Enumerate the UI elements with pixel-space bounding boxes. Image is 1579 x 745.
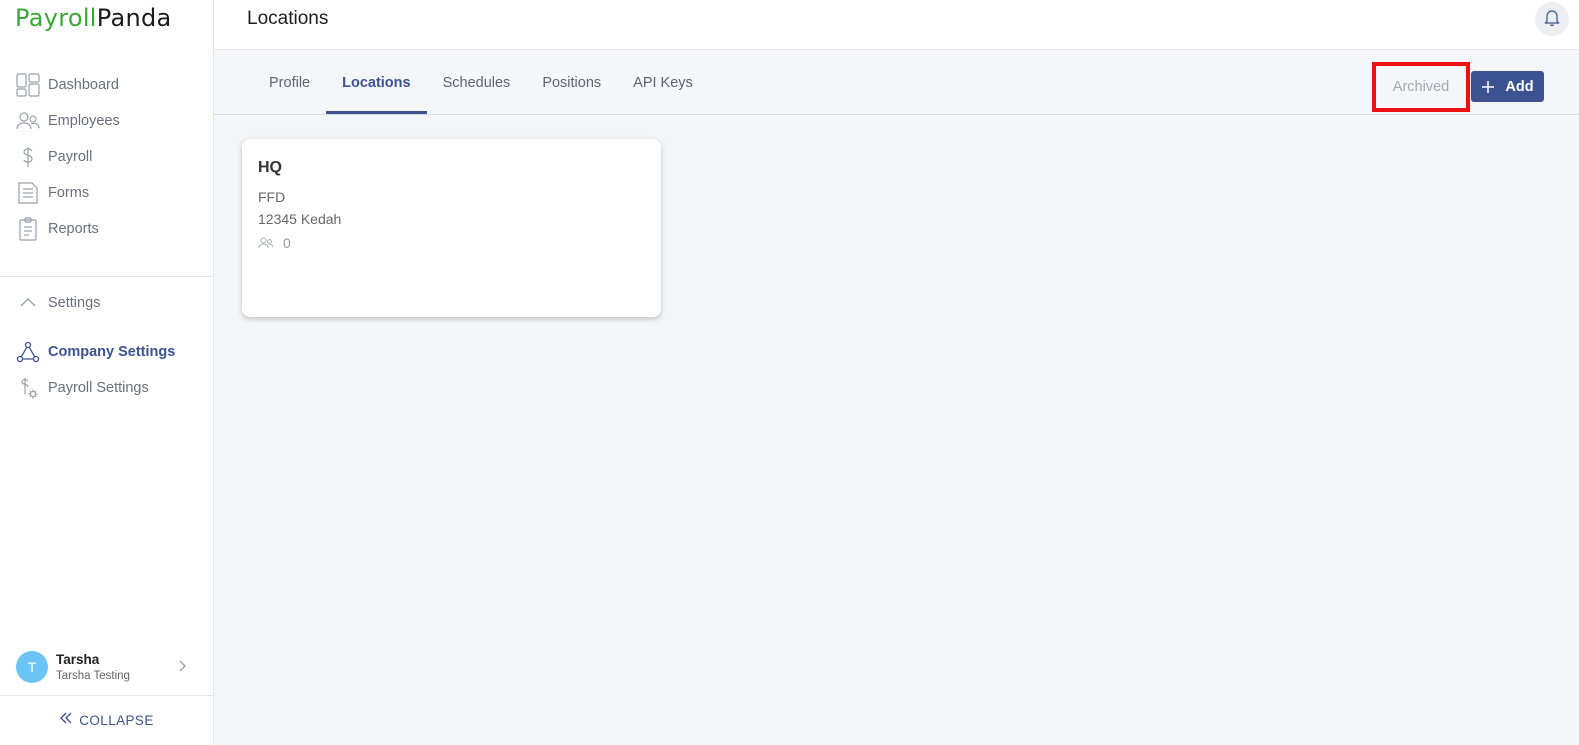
sidebar-item-label: Forms bbox=[48, 185, 90, 201]
company-network-icon bbox=[16, 340, 40, 364]
settings-tabbar: Profile Locations Schedules Positions AP… bbox=[214, 51, 1579, 115]
sidebar-item-dashboard[interactable]: Dashboard bbox=[0, 67, 213, 103]
clipboard-icon bbox=[16, 217, 40, 241]
sidebar-item-label: Dashboard bbox=[48, 77, 119, 93]
sidebar-item-label: Payroll Settings bbox=[48, 380, 149, 396]
employees-icon bbox=[258, 236, 274, 250]
bell-icon bbox=[1542, 7, 1562, 32]
sidebar-item-company-settings[interactable]: Company Settings bbox=[0, 334, 213, 370]
sidebar-item-label: Reports bbox=[48, 221, 99, 237]
settings-toggle[interactable]: Settings bbox=[0, 285, 213, 321]
user-menu[interactable]: T Tarsha Tarsha Testing bbox=[0, 645, 213, 689]
forms-icon bbox=[16, 181, 40, 205]
user-company: Tarsha Testing bbox=[56, 670, 130, 682]
employee-count-value: 0 bbox=[283, 235, 291, 251]
settings-tabs: Profile Locations Schedules Positions AP… bbox=[253, 51, 709, 114]
location-address-line2: 12345 Kedah bbox=[258, 211, 342, 227]
sidebar-item-label: Payroll bbox=[48, 149, 93, 165]
user-name: Tarsha bbox=[56, 652, 100, 667]
location-employee-count: 0 bbox=[258, 235, 291, 251]
sidebar-item-label: Company Settings bbox=[48, 344, 176, 360]
user-info: Tarsha Tarsha Testing bbox=[56, 652, 130, 682]
sidebar-divider bbox=[0, 276, 213, 277]
chevron-up-icon bbox=[16, 291, 40, 315]
collapse-button[interactable]: COLLAPSE bbox=[0, 695, 213, 745]
settings-submenu: Company Settings Payroll Settings bbox=[0, 334, 213, 406]
tab-api-keys[interactable]: API Keys bbox=[617, 51, 709, 114]
dashboard-icon bbox=[16, 73, 40, 97]
payroll-settings-icon bbox=[16, 376, 40, 400]
page-title: Locations bbox=[247, 8, 329, 29]
sidebar-item-forms[interactable]: Forms bbox=[0, 175, 213, 211]
chevron-right-icon bbox=[175, 659, 189, 678]
sidebar-item-employees[interactable]: Employees bbox=[0, 103, 213, 139]
location-address-line1: FFD bbox=[258, 189, 286, 205]
tab-profile[interactable]: Profile bbox=[253, 51, 326, 114]
double-chevron-left-icon bbox=[59, 711, 73, 730]
location-card[interactable]: HQ FFD 12345 Kedah 0 bbox=[242, 139, 661, 317]
top-bar: Locations bbox=[214, 0, 1579, 50]
sidebar-item-reports[interactable]: Reports bbox=[0, 211, 213, 247]
settings-section: Settings bbox=[0, 285, 213, 321]
sidebar-item-payroll[interactable]: Payroll bbox=[0, 139, 213, 175]
app-logo[interactable]: PayrollPanda bbox=[15, 4, 172, 32]
logo-part-panda: Panda bbox=[96, 4, 172, 32]
avatar: T bbox=[16, 651, 48, 683]
plus-icon bbox=[1481, 80, 1495, 94]
archived-button[interactable]: Archived bbox=[1372, 62, 1470, 112]
tab-locations[interactable]: Locations bbox=[326, 51, 428, 114]
add-label: Add bbox=[1505, 78, 1534, 95]
tab-schedules[interactable]: Schedules bbox=[427, 51, 527, 114]
tab-positions[interactable]: Positions bbox=[526, 51, 617, 114]
sidebar: PayrollPanda Dashboard Employees Payroll… bbox=[0, 0, 214, 745]
settings-label: Settings bbox=[48, 295, 101, 311]
notifications-button[interactable] bbox=[1535, 2, 1569, 36]
location-name: HQ bbox=[258, 159, 282, 176]
add-location-button[interactable]: Add bbox=[1471, 71, 1544, 102]
employees-icon bbox=[16, 109, 40, 133]
sidebar-item-label: Employees bbox=[48, 113, 120, 129]
logo-part-payroll: Payroll bbox=[15, 4, 97, 32]
sidebar-item-payroll-settings[interactable]: Payroll Settings bbox=[0, 370, 213, 406]
dollar-icon bbox=[16, 145, 40, 169]
collapse-label: COLLAPSE bbox=[79, 713, 154, 728]
main-nav: Dashboard Employees Payroll Forms Report… bbox=[0, 67, 213, 247]
